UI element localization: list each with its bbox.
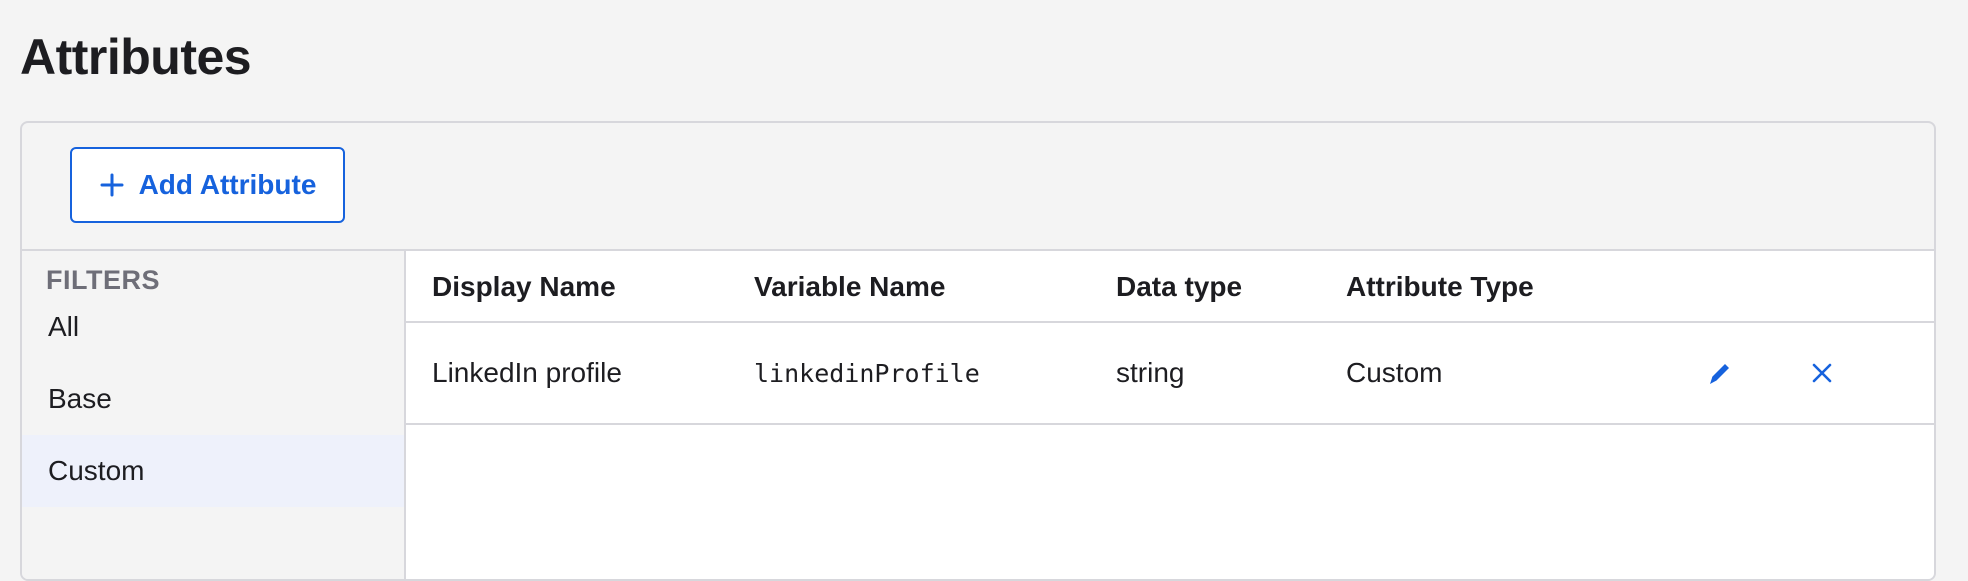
cell-display-name: LinkedIn profile <box>432 357 622 388</box>
column-header-variable-name: Variable Name <box>754 271 946 302</box>
add-attribute-label: Add Attribute <box>138 169 317 200</box>
column-header-data-type: Data type <box>1116 271 1243 302</box>
delete-button[interactable] <box>1802 353 1842 393</box>
page-title: Attributes <box>20 29 252 85</box>
column-header-display-name: Display Name <box>432 271 616 302</box>
pencil-icon <box>1706 359 1734 387</box>
add-attribute-button[interactable]: Add Attribute <box>70 147 345 223</box>
toolbar: Add Attribute <box>22 123 1934 249</box>
filter-item-base[interactable]: Base <box>22 363 404 435</box>
filter-item-custom[interactable]: Custom <box>22 435 404 507</box>
close-icon <box>1810 361 1834 385</box>
edit-button[interactable] <box>1700 353 1740 393</box>
filter-item-label: Custom <box>48 455 145 486</box>
table-header: Display Name Variable Name Data type Att… <box>406 251 1934 323</box>
cell-variable-name: linkedinProfile <box>754 358 980 388</box>
filters-sidebar: FILTERS All Base Custom <box>22 251 406 579</box>
attributes-panel: Add Attribute FILTERS All Base Custom Di… <box>20 121 1936 581</box>
content-area: FILTERS All Base Custom Display Name Var… <box>22 249 1934 579</box>
plus-icon <box>99 172 125 198</box>
table-row: LinkedIn profile linkedinProfile string … <box>406 323 1934 425</box>
column-header-attribute-type: Attribute Type <box>1346 271 1534 302</box>
filter-item-label: All <box>48 311 80 342</box>
attributes-table: Display Name Variable Name Data type Att… <box>406 251 1934 579</box>
cell-attribute-type: Custom <box>1346 357 1443 388</box>
filter-item-all[interactable]: All <box>22 291 404 363</box>
filter-item-label: Base <box>48 383 112 414</box>
cell-data-type: string <box>1116 357 1185 388</box>
